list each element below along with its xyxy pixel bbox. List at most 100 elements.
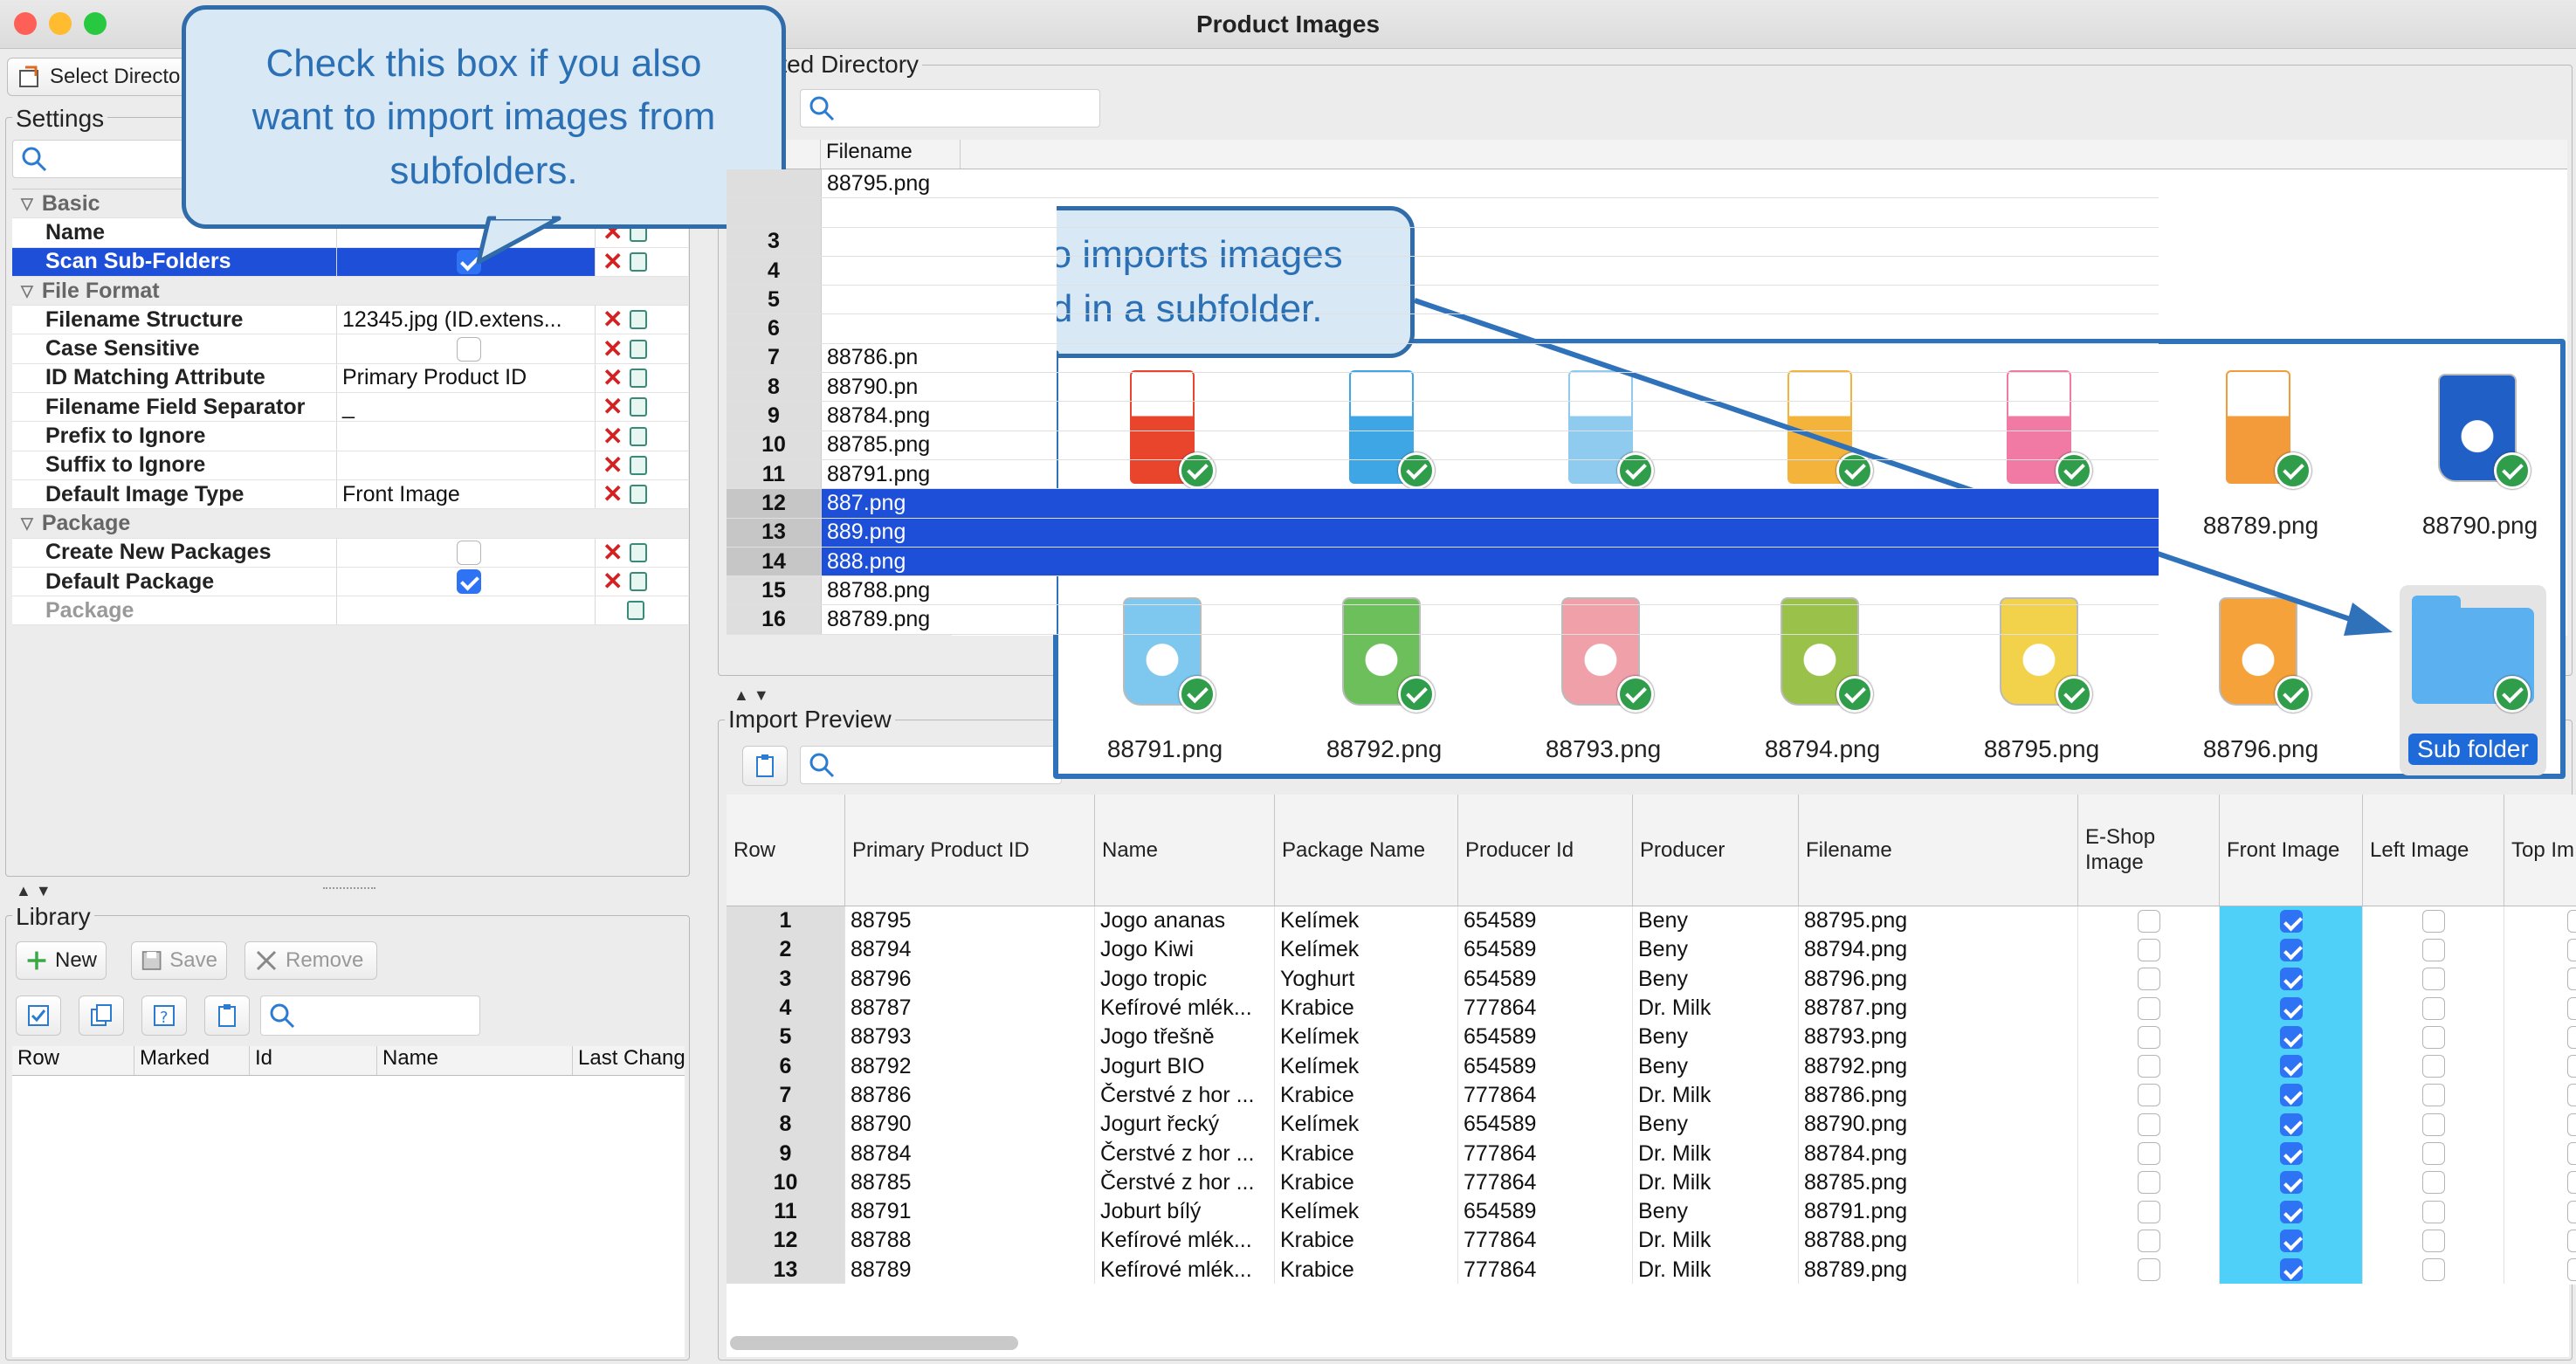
disclosure-triangle-icon[interactable]: ▽ — [21, 514, 33, 533]
top-image-checkbox[interactable] — [2567, 1258, 2576, 1282]
col-package-name[interactable]: Package Name — [1275, 795, 1458, 906]
settings-group-row[interactable]: ▽ Package — [12, 509, 688, 539]
col-eshop-image[interactable]: E-Shop Image — [2078, 795, 2220, 906]
col-front-image[interactable]: Front Image — [2220, 795, 2363, 906]
directory-row[interactable]: 5 — [727, 286, 2159, 315]
disclosure-triangle-icon[interactable]: ▽ — [21, 195, 33, 213]
eshop-image-checkbox[interactable] — [2137, 1025, 2160, 1049]
preview-table-row[interactable]: 2 88794 Jogo Kiwi Kelímek 654589 Beny 88794.pn… — [727, 935, 2576, 965]
directory-row[interactable]: 4 — [727, 256, 2159, 286]
front-image-checkbox[interactable] — [2279, 909, 2303, 933]
eshop-image-checkbox[interactable] — [2137, 1055, 2160, 1078]
left-image-checkbox[interactable] — [2421, 1258, 2445, 1282]
top-image-checkbox[interactable] — [2567, 1084, 2576, 1107]
top-image-checkbox[interactable] — [2567, 1055, 2576, 1078]
eshop-image-checkbox[interactable] — [2137, 1258, 2160, 1282]
settings-row[interactable]: Create New Packages ✕ — [12, 538, 688, 568]
settings-row-value[interactable] — [337, 334, 596, 363]
preview-table-row[interactable]: 3 88796 Jogo tropic Yoghurt 654589 Beny 88796.… — [727, 964, 2576, 994]
col-left-image[interactable]: Left Image — [2363, 795, 2504, 906]
image-thumbnail[interactable]: 88790.png — [2384, 362, 2576, 554]
edit-value-icon[interactable] — [630, 251, 648, 272]
reset-x-icon[interactable]: ✕ — [603, 482, 623, 506]
edit-value-icon[interactable] — [630, 485, 648, 505]
settings-row-value[interactable] — [337, 567, 596, 596]
col-producer-id[interactable]: Producer Id — [1458, 795, 1633, 906]
mark-all-button[interactable] — [16, 995, 61, 1036]
eshop-image-checkbox[interactable] — [2137, 1200, 2160, 1223]
settings-search-input[interactable] — [12, 140, 187, 178]
preview-table-row[interactable]: 1 88795 Jogo ananas Kelímek 654589 Beny 88795.… — [727, 906, 2576, 936]
top-image-checkbox[interactable] — [2567, 1113, 2576, 1136]
directory-row[interactable]: 12 887.png — [727, 489, 2159, 519]
splitter-arrows-icon[interactable]: ▲ ▼ — [16, 882, 52, 900]
reset-x-icon[interactable]: ✕ — [603, 249, 623, 274]
col-filename[interactable]: Filename — [1799, 795, 2078, 906]
front-image-checkbox[interactable] — [2279, 1025, 2303, 1049]
col-top-image[interactable]: Top Im — [2504, 795, 2576, 906]
settings-row-value[interactable]: 12345.jpg (ID.extens... — [337, 306, 596, 334]
copy-button[interactable] — [79, 995, 124, 1036]
preview-table-row[interactable]: 6 88792 Jogurt BIO Kelímek 654589 Beny 88792.p… — [727, 1051, 2576, 1081]
front-image-checkbox[interactable] — [2279, 1171, 2303, 1195]
settings-row[interactable]: Suffix to Ignore ✕ — [12, 451, 688, 480]
splitter-handle[interactable] — [323, 887, 375, 891]
left-image-checkbox[interactable] — [2421, 909, 2445, 933]
edit-value-icon[interactable] — [630, 368, 648, 388]
directory-row[interactable]: 88795.png — [727, 169, 2159, 199]
setting-checkbox[interactable] — [456, 540, 481, 565]
settings-row[interactable]: Prefix to Ignore ✕ — [12, 422, 688, 451]
library-col-marked[interactable]: Marked — [134, 1046, 250, 1075]
left-image-checkbox[interactable] — [2421, 1200, 2445, 1223]
preview-table-row[interactable]: 7 88786 Čerstvé z hor ... Krabice 777864 Dr. … — [727, 1080, 2576, 1111]
preview-table-row[interactable]: 10 88785 Čerstvé z hor ... Krabice 777864 Dr.… — [727, 1168, 2576, 1197]
preview-table-row[interactable]: 4 88787 Kefírové mlék... Krabice 777864 Dr. M… — [727, 993, 2576, 1023]
left-image-checkbox[interactable] — [2421, 1084, 2445, 1107]
top-image-checkbox[interactable] — [2567, 996, 2576, 1020]
top-image-checkbox[interactable] — [2567, 1025, 2576, 1049]
settings-row-value[interactable]: Primary Product ID — [337, 363, 596, 393]
preview-table-row[interactable]: 8 88790 Jogurt řecký Kelímek 654589 Beny 88790… — [727, 1110, 2576, 1140]
left-image-checkbox[interactable] — [2421, 938, 2445, 961]
preview-table-row[interactable]: 9 88784 Čerstvé z hor ... Krabice 777864 Dr. … — [727, 1139, 2576, 1168]
settings-row[interactable]: Default Image Type Front Image ✕ — [12, 479, 688, 510]
left-image-checkbox[interactable] — [2421, 1025, 2445, 1049]
library-remove-button[interactable]: Remove — [245, 941, 377, 980]
directory-row[interactable]: 16 88789.png — [727, 605, 2159, 635]
top-image-checkbox[interactable] — [2567, 968, 2576, 991]
top-image-checkbox[interactable] — [2567, 1142, 2576, 1166]
front-image-checkbox[interactable] — [2279, 996, 2303, 1020]
reset-x-icon[interactable]: ✕ — [603, 569, 623, 594]
library-col-last-changed[interactable]: Last Chang — [573, 1046, 685, 1075]
settings-row-value[interactable] — [337, 451, 596, 479]
directory-row[interactable]: 11 88791.png — [727, 459, 2159, 490]
settings-row-value[interactable] — [337, 247, 596, 276]
eshop-image-checkbox[interactable] — [2137, 909, 2160, 933]
front-image-checkbox[interactable] — [2279, 1055, 2303, 1078]
eshop-image-checkbox[interactable] — [2137, 1229, 2160, 1252]
left-image-checkbox[interactable] — [2421, 1055, 2445, 1078]
directory-row[interactable]: 7 88786.pn — [727, 343, 2159, 374]
front-image-checkbox[interactable] — [2279, 968, 2303, 991]
edit-value-icon[interactable] — [630, 542, 648, 562]
eshop-image-checkbox[interactable] — [2137, 1171, 2160, 1195]
edit-value-icon[interactable] — [630, 455, 648, 475]
eshop-image-checkbox[interactable] — [2137, 1142, 2160, 1166]
disclosure-triangle-icon[interactable]: ▽ — [21, 282, 33, 300]
help-button[interactable]: ? — [141, 995, 187, 1036]
settings-row[interactable]: Case Sensitive ✕ — [12, 334, 688, 364]
top-image-checkbox[interactable] — [2567, 1171, 2576, 1195]
settings-row[interactable]: Scan Sub-Folders ✕ — [12, 247, 688, 277]
front-image-checkbox[interactable] — [2279, 1084, 2303, 1107]
edit-value-icon[interactable] — [630, 426, 648, 446]
top-image-checkbox[interactable] — [2567, 909, 2576, 933]
preview-table-row[interactable]: 12 88788 Kefírové mlék... Krabice 777864 Dr. … — [727, 1226, 2576, 1256]
settings-row[interactable]: Filename Structure 12345.jpg (ID.extens..… — [12, 306, 688, 335]
front-image-checkbox[interactable] — [2279, 1258, 2303, 1282]
left-image-checkbox[interactable] — [2421, 968, 2445, 991]
settings-row[interactable]: ID Matching Attribute Primary Product ID ✕ — [12, 363, 688, 394]
select-directory-button[interactable]: Select Directo — [7, 58, 199, 96]
reset-x-icon[interactable]: ✕ — [603, 395, 623, 419]
col-row[interactable]: Row — [727, 795, 845, 906]
preview-search-input[interactable] — [800, 746, 1062, 784]
